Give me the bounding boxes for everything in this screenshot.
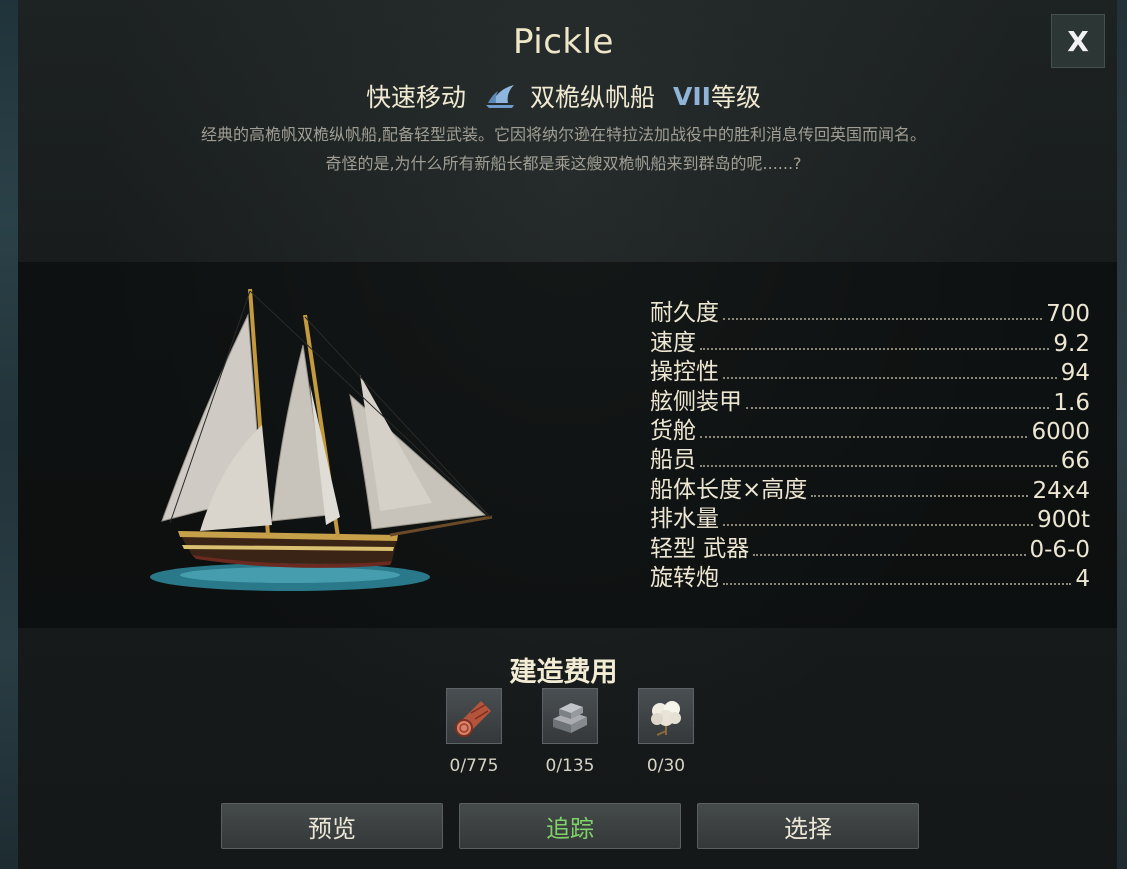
stat-cargo: 货舱 6000 (650, 416, 1090, 445)
description-line-2: 奇怪的是,为什么所有新船长都是乘这艘双桅帆船来到群岛的呢......? (325, 154, 802, 173)
stat-swivel-guns: 旋转炮 4 (650, 563, 1090, 592)
dot-leader (723, 524, 1034, 527)
stat-value: 900t (1037, 507, 1090, 534)
stat-value: 0-6-0 (1029, 536, 1091, 563)
resource-count: 0/30 (646, 756, 686, 776)
resource-count: 0/775 (449, 756, 499, 776)
dot-leader (723, 318, 1043, 321)
ship-tier-suffix: 等级 (710, 83, 761, 112)
ship-type: 双桅纵帆船 (530, 83, 656, 112)
stat-value: 4 (1075, 565, 1090, 592)
resource-count: 0/135 (545, 756, 595, 776)
wood-log-icon (446, 688, 502, 744)
background-world-strip-right (1117, 0, 1127, 869)
stat-value: 700 (1046, 301, 1090, 328)
build-cost-title: 建造费用 (509, 657, 618, 688)
dot-leader (723, 582, 1072, 585)
cotton-icon (638, 688, 694, 744)
track-button[interactable]: 追踪 (459, 803, 681, 849)
resource-cotton[interactable]: 0/30 (636, 688, 696, 776)
background-world-strip-left (0, 0, 18, 869)
resource-wood[interactable]: 0/775 (444, 688, 504, 776)
dot-leader (811, 494, 1029, 497)
dot-leader (700, 465, 1057, 468)
dot-leader (746, 406, 1050, 409)
stat-armor: 舷侧装甲 1.6 (650, 386, 1090, 416)
stat-value: 9.2 (1053, 330, 1090, 357)
stats-list: 耐久度 700 速度 9.2 操控性 94 舷侧装甲 1.6 货舱 6000 船员 66 船… (650, 298, 1090, 592)
stat-value: 6000 (1031, 418, 1090, 445)
preview-button[interactable]: 预览 (221, 803, 443, 849)
ship-description: 经典的高桅帆双桅纵帆船,配备轻型武装。它因将纳尔逊在特拉法加战役中的胜利消息传回… (60, 120, 1067, 178)
select-button[interactable]: 选择 (697, 803, 919, 849)
ship-illustration (140, 285, 510, 605)
description-line-1: 经典的高桅帆双桅纵帆船,配备轻型武装。它因将纳尔逊在特拉法加战役中的胜利消息传回… (200, 125, 927, 144)
sail-icon (484, 83, 518, 109)
ship-name: Pickle (513, 22, 614, 62)
ship-role: 快速移动 (366, 83, 467, 112)
iron-ingot-icon (542, 688, 598, 744)
stat-value: 1.6 (1053, 389, 1090, 416)
close-button[interactable]: X (1051, 14, 1105, 68)
ship-tier-numeral: VII (673, 81, 711, 111)
resource-iron[interactable]: 0/135 (540, 688, 600, 776)
stat-value: 94 (1060, 360, 1090, 387)
ship-subtitle: 快速移动 双桅纵帆船 VII 等级 (0, 78, 1127, 114)
stat-value: 66 (1060, 448, 1090, 475)
stat-durability: 耐久度 700 (650, 298, 1090, 327)
stat-label: 旋转炮 (650, 564, 719, 591)
dot-leader (700, 435, 1028, 438)
dot-leader (723, 377, 1057, 380)
dot-leader (700, 347, 1050, 350)
stat-value: 24x4 (1032, 477, 1090, 504)
dot-leader (753, 553, 1026, 556)
